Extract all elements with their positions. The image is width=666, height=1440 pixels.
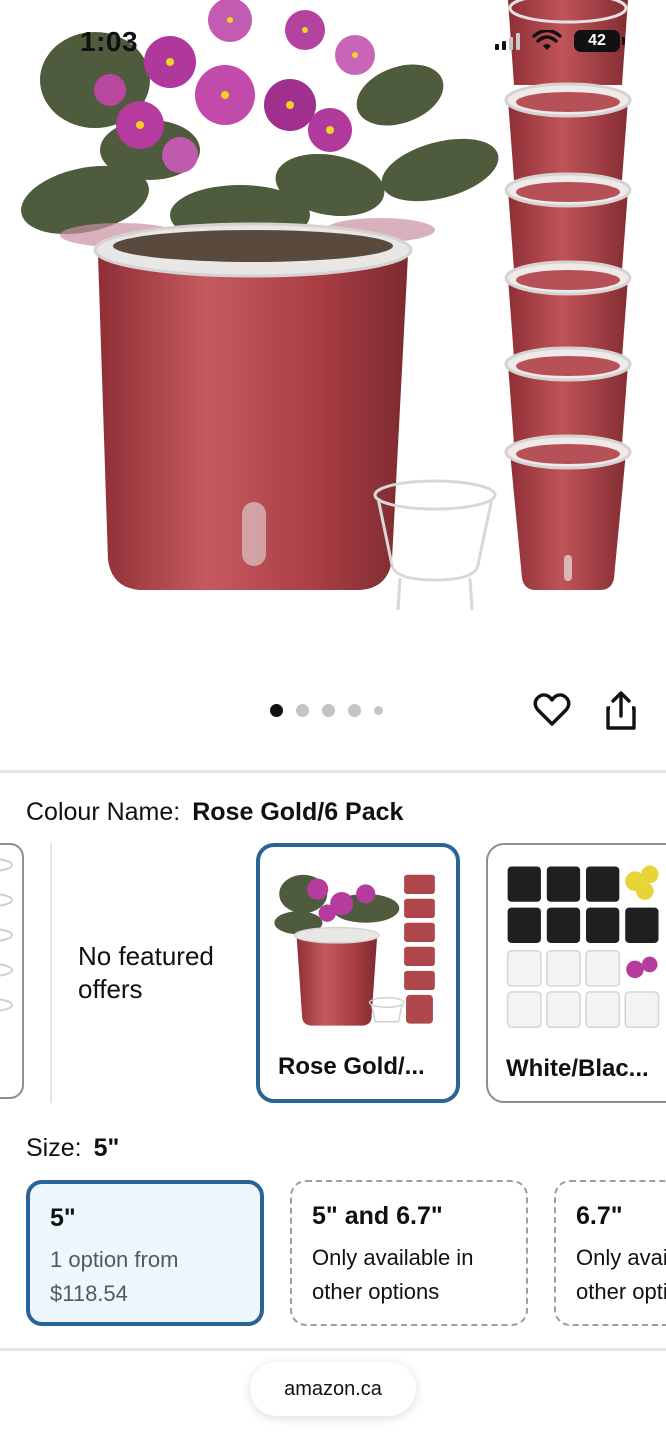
size-option-price: $118.54 (50, 1281, 128, 1306)
size-value: 5" (93, 1134, 120, 1162)
carousel-dot[interactable] (296, 704, 309, 717)
size-row: Size: 5" (26, 1134, 119, 1163)
heart-icon[interactable] (532, 690, 572, 730)
swatch-thumbnail (274, 874, 435, 1026)
carousel-dot[interactable] (322, 704, 335, 717)
carousel-dot[interactable] (374, 706, 383, 715)
product-photo (21, 0, 632, 611)
section-divider (0, 770, 666, 773)
colour-option-white-black[interactable]: White/Blac... (486, 843, 666, 1103)
size-option-line1: Only available in (312, 1245, 474, 1270)
size-label: Size: (26, 1134, 82, 1162)
carousel-dot[interactable] (270, 704, 283, 717)
battery-icon: 42 (574, 30, 625, 52)
url-text: amazon.ca (284, 1377, 382, 1400)
section-divider (0, 1348, 666, 1351)
size-option-line1: Only available in (576, 1245, 666, 1270)
carousel-dot[interactable] (348, 704, 361, 717)
no-featured-offers-text: No featured offers (78, 941, 214, 1004)
colour-swatch-partial[interactable] (0, 843, 24, 1099)
size-option-6-7in[interactable]: 6.7" Only available in other options (554, 1180, 666, 1326)
colour-value: Rose Gold/6 Pack (192, 798, 404, 826)
size-option-line2: other options (576, 1279, 666, 1304)
status-indicators: 42 (495, 30, 625, 52)
swatch-thumbnail (506, 865, 660, 1028)
size-option-line1: 1 option from (50, 1247, 179, 1272)
product-image[interactable] (0, 0, 666, 680)
status-time: 1:03 (80, 26, 139, 57)
swatch-label: Rose Gold/... (278, 1053, 425, 1080)
size-option-title: 5" (50, 1204, 76, 1232)
size-option-5in-and-6-7in[interactable]: 5" and 6.7" Only available in other opti… (290, 1180, 528, 1326)
carousel-dots[interactable] (270, 704, 383, 717)
swatch-thumbnail (0, 858, 13, 1012)
share-icon[interactable] (602, 690, 640, 732)
size-option-title: 5" and 6.7" (312, 1202, 443, 1230)
swatch-label: White/Blac... (506, 1055, 649, 1082)
colour-label: Colour Name: (26, 798, 181, 826)
browser-url-bar[interactable]: amazon.ca (250, 1362, 416, 1416)
cellular-signal-icon (495, 32, 520, 50)
size-option-line2: other options (312, 1279, 440, 1304)
size-option-5in[interactable]: 5" 1 option from $118.54 (26, 1180, 264, 1326)
colour-option-rose-gold[interactable]: Rose Gold/... (256, 843, 460, 1103)
swatch-separator (50, 843, 52, 1103)
wifi-icon (532, 30, 562, 50)
size-option-title: 6.7" (576, 1202, 623, 1230)
colour-name-row: Colour Name: Rose Gold/6 Pack (26, 798, 403, 827)
